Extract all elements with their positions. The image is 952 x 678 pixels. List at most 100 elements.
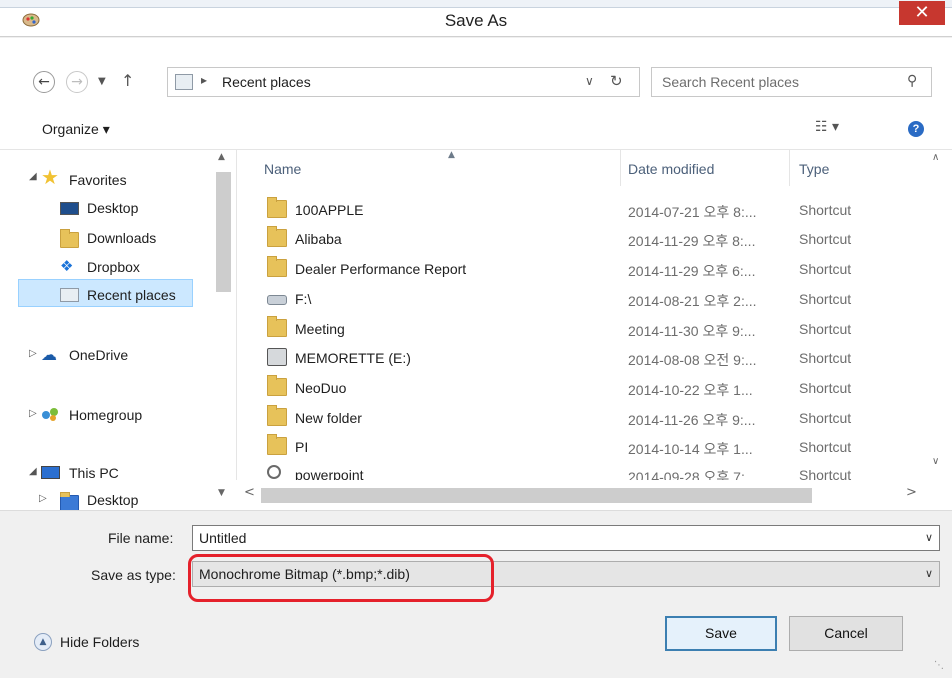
nav-item-this-pc[interactable]: ◢ This PC	[0, 462, 210, 486]
scroll-left-icon[interactable]: <	[244, 485, 255, 500]
file-date: 2014-11-26 오후 9:...	[628, 412, 756, 428]
address-location[interactable]: Recent places	[222, 74, 311, 90]
nav-item-desktop[interactable]: Desktop	[0, 197, 210, 221]
file-row[interactable]: PI 2014-10-14 오후 1... Shortcut	[237, 432, 917, 462]
address-bar[interactable]: ▸ Recent places ∨ ↻	[167, 67, 640, 97]
file-row[interactable]: New folder 2014-11-26 오후 9:... Shortcut	[237, 403, 917, 433]
nav-label-desktop: Desktop	[87, 200, 139, 216]
close-button[interactable]: ✕	[899, 1, 945, 25]
file-list-vertical-scrollbar[interactable]: ∧ ∨	[922, 150, 952, 480]
nav-item-favorites[interactable]: ◢ ★ Favorites	[0, 165, 210, 191]
scroll-up-icon[interactable]: ▲	[218, 152, 225, 162]
file-row[interactable]: NeoDuo 2014-10-22 오후 1... Shortcut	[237, 373, 917, 403]
file-row[interactable]: 100APPLE 2014-07-21 오후 8:... Shortcut	[237, 195, 917, 225]
file-name-input[interactable]: Untitled	[199, 530, 246, 546]
scroll-down-icon[interactable]: ▼	[218, 488, 225, 498]
up-arrow-icon[interactable]: ↑	[121, 71, 134, 90]
nav-item-recent-places[interactable]: Recent places	[0, 284, 210, 308]
desktop-folder-icon	[60, 492, 79, 511]
file-list: ▲ Name Date modified Type 100APPLE 2014-…	[236, 150, 952, 510]
file-name-label: File name:	[108, 530, 174, 546]
collapse-up-icon: ▲	[34, 633, 52, 651]
command-bar: Organize ▾ ☷ ▾ ?	[0, 106, 952, 150]
desktop-icon	[60, 202, 79, 215]
downloads-folder-icon	[60, 229, 79, 248]
file-row[interactable]: Meeting 2014-11-30 오후 9:... Shortcut	[237, 314, 917, 344]
file-name-combobox[interactable]: Untitled ∨	[192, 525, 940, 551]
column-header-name[interactable]: Name	[264, 161, 301, 177]
search-input[interactable]	[662, 73, 882, 91]
search-box[interactable]: ⚲	[651, 67, 932, 97]
column-separator[interactable]	[789, 150, 790, 186]
refresh-icon[interactable]: ↻	[610, 72, 623, 90]
nav-label-recent-places: Recent places	[87, 287, 176, 303]
recent-places-icon	[175, 74, 193, 90]
expanded-arrow-icon[interactable]: ◢	[29, 466, 37, 477]
computer-icon	[41, 466, 60, 479]
file-type: Shortcut	[799, 380, 852, 396]
cancel-button[interactable]: Cancel	[789, 616, 903, 651]
save-button[interactable]: Save	[665, 616, 777, 651]
nav-scroll-thumb[interactable]	[216, 172, 231, 292]
column-header-date[interactable]: Date modified	[628, 161, 714, 177]
file-type: Shortcut	[799, 439, 852, 455]
file-date: 2014-11-30 오후 9:...	[628, 323, 756, 339]
file-date: 2014-10-22 오후 1...	[628, 382, 753, 398]
folder-icon	[267, 316, 287, 337]
column-header-type[interactable]: Type	[799, 161, 829, 177]
file-row[interactable]: Alibaba 2014-11-29 오후 8:... Shortcut	[237, 224, 917, 254]
star-icon: ★	[41, 165, 59, 189]
file-type: Shortcut	[799, 321, 852, 337]
collapsed-arrow-icon[interactable]: ▷	[29, 348, 37, 359]
search-icon[interactable]: ⚲	[907, 73, 917, 89]
chevron-down-icon[interactable]: ∨	[925, 531, 933, 544]
recent-locations-chevron-icon[interactable]: ▼	[98, 76, 106, 87]
help-icon[interactable]: ?	[908, 121, 924, 137]
folder-icon	[267, 197, 287, 218]
file-date: 2014-10-14 오후 1...	[628, 441, 753, 457]
nav-item-homegroup[interactable]: ▷ Homegroup	[0, 404, 210, 428]
collapsed-arrow-icon[interactable]: ▷	[29, 408, 37, 419]
column-separator[interactable]	[620, 150, 621, 186]
collapsed-arrow-icon[interactable]: ▷	[39, 493, 47, 504]
file-row[interactable]: MEMORETTE (E:) 2014-08-08 오전 9:... Short…	[237, 343, 917, 373]
folder-icon	[267, 226, 287, 247]
file-name: NeoDuo	[295, 380, 347, 396]
address-row: ← → ▼ ↑ ▸ Recent places ∨ ↻ ⚲	[0, 38, 952, 106]
address-dropdown-icon[interactable]: ∨	[585, 74, 594, 88]
file-row[interactable]: Dealer Performance Report 2014-11-29 오후 …	[237, 254, 917, 284]
file-list-horizontal-scrollbar[interactable]: < >	[236, 480, 952, 510]
nav-item-dropbox[interactable]: ❖ Dropbox	[0, 256, 210, 280]
folder-icon	[267, 256, 287, 277]
chevron-down-icon[interactable]: ∨	[925, 567, 933, 580]
file-type: Shortcut	[799, 231, 852, 247]
file-name: 100APPLE	[295, 202, 364, 218]
file-type: Shortcut	[799, 202, 852, 218]
forward-button[interactable]: →	[66, 71, 88, 93]
horizontal-scroll-thumb[interactable]	[261, 488, 812, 503]
nav-label-downloads: Downloads	[87, 230, 157, 246]
file-name: Alibaba	[295, 231, 342, 247]
scroll-down-icon[interactable]: ∨	[932, 456, 939, 467]
drive-icon	[267, 295, 287, 305]
file-type: Shortcut	[799, 350, 852, 366]
scroll-up-icon[interactable]: ∧	[932, 152, 939, 163]
file-name: New folder	[295, 410, 362, 426]
nav-item-downloads[interactable]: Downloads	[0, 227, 210, 251]
nav-label-this-pc: This PC	[69, 465, 119, 481]
change-view-button[interactable]: ☷ ▾	[815, 119, 839, 135]
file-name: F:\	[295, 291, 312, 307]
file-row[interactable]: F:\ 2014-08-21 오후 2:... Shortcut	[237, 284, 917, 314]
sort-ascending-icon: ▲	[448, 150, 455, 160]
file-date: 2014-11-29 오후 8:...	[628, 233, 756, 249]
nav-scrollbar[interactable]: ▲ ▼	[213, 150, 235, 510]
organize-button[interactable]: Organize ▾	[42, 121, 110, 138]
nav-item-onedrive[interactable]: ▷ ☁ OneDrive	[0, 344, 210, 368]
nav-label-homegroup: Homegroup	[69, 407, 143, 423]
recent-places-icon	[60, 288, 79, 302]
scroll-right-icon[interactable]: >	[906, 485, 917, 500]
dropbox-icon: ❖	[60, 257, 74, 275]
expanded-arrow-icon[interactable]: ◢	[29, 171, 37, 182]
resize-grip-icon[interactable]: ⋱	[934, 660, 944, 671]
back-button[interactable]: ←	[33, 71, 55, 93]
